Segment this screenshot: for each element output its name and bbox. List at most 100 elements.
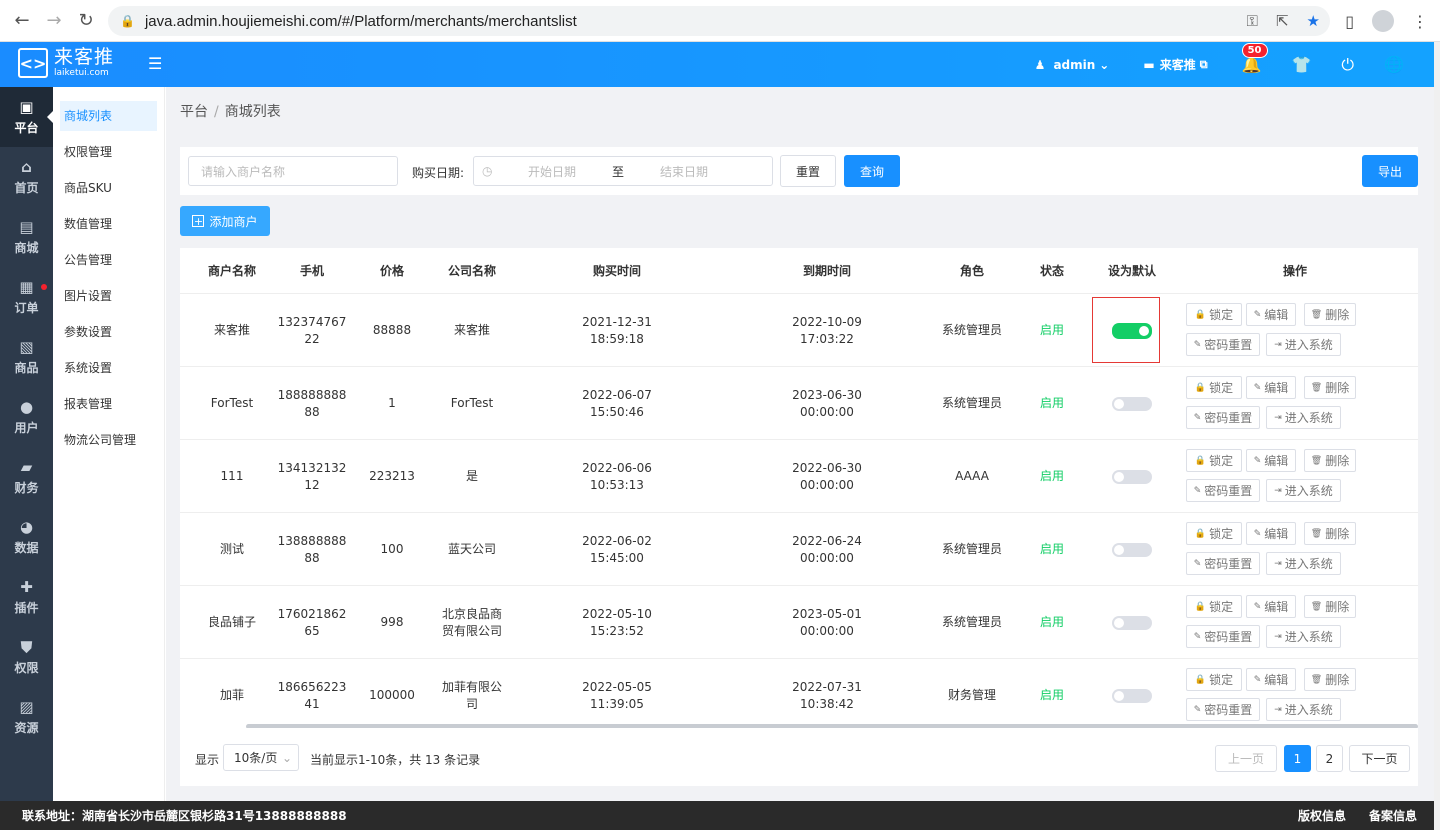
sidebar-item-0[interactable]: ▣ 平台: [0, 87, 53, 147]
lock-button[interactable]: 🔒 锁定: [1186, 595, 1242, 618]
submenu-item-1[interactable]: 权限管理: [53, 137, 164, 173]
next-page-button[interactable]: 下一页: [1349, 745, 1410, 772]
store-link[interactable]: ▬ 来客推 ⧉: [1143, 56, 1207, 73]
key-icon[interactable]: ⚿: [1247, 12, 1258, 30]
breadcrumb-separator: /: [214, 104, 219, 120]
page-size-select[interactable]: 10条/页 ⌄: [223, 744, 299, 771]
edit-button[interactable]: ✎ 编辑: [1246, 376, 1296, 399]
reset-button[interactable]: 重置: [780, 155, 836, 187]
enter-system-button[interactable]: ⇥ 进入系统: [1266, 406, 1341, 429]
default-toggle[interactable]: [1112, 688, 1152, 703]
delete-button[interactable]: 🗑 删除: [1304, 668, 1356, 691]
sidebar-item-2[interactable]: ▤ 商城: [0, 207, 53, 267]
lock-button[interactable]: 🔒 锁定: [1186, 668, 1242, 691]
share-icon[interactable]: ⇱: [1276, 12, 1289, 30]
query-button[interactable]: 查询: [844, 155, 900, 187]
enter-system-button[interactable]: ⇥ 进入系统: [1266, 552, 1341, 575]
sidebar-item-4[interactable]: ▧ 商品: [0, 327, 53, 387]
submenu-item-4[interactable]: 公告管理: [53, 245, 164, 281]
sidebar-item-1[interactable]: ⌂ 首页: [0, 147, 53, 207]
sidebar-item-8[interactable]: ✚ 插件: [0, 567, 53, 627]
reset-password-button[interactable]: ✎ 密码重置: [1186, 625, 1260, 648]
company-text: 蓝天公司: [447, 542, 496, 556]
submenu-item-3[interactable]: 数值管理: [53, 209, 164, 245]
enter-system-button[interactable]: ⇥ 进入系统: [1266, 333, 1341, 356]
sidebar-item-9[interactable]: ⛊ 权限: [0, 627, 53, 687]
sidepanel-icon[interactable]: ▯: [1345, 12, 1354, 31]
default-toggle[interactable]: [1112, 469, 1152, 484]
lock-icon: 🔒: [120, 14, 135, 28]
buy-time: 2022-06-06 10:53:13: [582, 460, 652, 492]
submenu-item-7[interactable]: 系统设置: [53, 353, 164, 389]
edit-button[interactable]: ✎ 编辑: [1246, 668, 1296, 691]
default-toggle[interactable]: [1112, 542, 1152, 557]
star-icon[interactable]: ★: [1307, 12, 1320, 30]
edit-button[interactable]: ✎ 编辑: [1246, 595, 1296, 618]
edit-button[interactable]: ✎ 编辑: [1246, 522, 1296, 545]
lock-button[interactable]: 🔒 锁定: [1186, 522, 1242, 545]
reset-password-button[interactable]: ✎ 密码重置: [1186, 552, 1260, 575]
page-2-button[interactable]: 2: [1316, 745, 1343, 772]
edit-button[interactable]: ✎ 编辑: [1246, 303, 1296, 326]
submenu-item-2[interactable]: 商品SKU: [53, 173, 164, 209]
prev-page-button[interactable]: 上一页: [1215, 745, 1277, 772]
price: 1: [388, 396, 396, 410]
sidebar-item-label: 插件: [14, 601, 39, 615]
submenu-item-9[interactable]: 物流公司管理: [53, 425, 164, 461]
add-merchant-button[interactable]: + 添加商户: [180, 206, 270, 236]
delete-button[interactable]: 🗑 删除: [1304, 595, 1356, 618]
submenu-item-0[interactable]: 商城列表: [60, 101, 157, 131]
menu-icon[interactable]: ⋮: [1412, 12, 1428, 31]
submenu-item-8[interactable]: 报表管理: [53, 389, 164, 425]
sidebar-item-7[interactable]: ◕ 数据: [0, 507, 53, 567]
delete-button[interactable]: 🗑 删除: [1304, 376, 1356, 399]
price: 998: [380, 615, 404, 629]
delete-button[interactable]: 🗑 删除: [1304, 303, 1356, 326]
page-1-button[interactable]: 1: [1284, 745, 1311, 772]
default-toggle[interactable]: [1112, 396, 1152, 411]
user-menu[interactable]: ♟ admin ⌄: [1035, 58, 1110, 72]
date-range-picker[interactable]: ◷ 开始日期 至 结束日期: [473, 156, 773, 186]
delete-button[interactable]: 🗑 删除: [1304, 449, 1356, 472]
shirt-icon[interactable]: 👕: [1292, 55, 1312, 74]
power-icon[interactable]: ⏻: [1341, 55, 1354, 75]
delete-button[interactable]: 🗑 删除: [1304, 522, 1356, 545]
lock-button[interactable]: 🔒 锁定: [1186, 449, 1242, 472]
globe-icon[interactable]: 🌐: [1384, 55, 1404, 74]
edit-button[interactable]: ✎ 编辑: [1246, 449, 1296, 472]
sidebar-item-5[interactable]: ● 用户: [0, 387, 53, 447]
page-scrollbar[interactable]: [1434, 42, 1440, 830]
merchant-name-input[interactable]: 请输入商户名称: [188, 156, 398, 186]
hamburger-icon[interactable]: ☰: [148, 54, 162, 73]
reset-password-button[interactable]: ✎ 密码重置: [1186, 479, 1260, 502]
lock-button[interactable]: 🔒 锁定: [1186, 376, 1242, 399]
reload-icon[interactable]: ↻: [72, 10, 100, 31]
merchant-name: 来客推: [213, 323, 250, 337]
sidebar-item-3[interactable]: ▦ 订单: [0, 267, 53, 327]
submenu-item-6[interactable]: 参数设置: [53, 317, 164, 353]
reset-password-button[interactable]: ✎ 密码重置: [1186, 698, 1260, 721]
footer-address: 联系地址：湖南省长沙市岳麓区银杉路31号13888888888: [22, 809, 347, 823]
back-icon[interactable]: ←: [8, 10, 36, 31]
enter-system-button[interactable]: ⇥ 进入系统: [1266, 625, 1341, 648]
pager-summary: 当前显示1-10条，共 13 条记录: [310, 753, 481, 767]
sidebar-item-6[interactable]: ▰ 财务: [0, 447, 53, 507]
copyright-link[interactable]: 版权信息: [1298, 807, 1346, 824]
submenu-item-5[interactable]: 图片设置: [53, 281, 164, 317]
default-toggle[interactable]: [1112, 615, 1152, 630]
reset-password-button[interactable]: ✎ 密码重置: [1186, 333, 1260, 356]
export-button[interactable]: 导出: [1362, 155, 1418, 187]
table-row: 加菲 186656223 41 100000 加菲有限公司 2022-05-05 11:3…: [180, 659, 1418, 728]
bell-icon[interactable]: 🔔 50: [1241, 43, 1268, 74]
enter-system-button[interactable]: ⇥ 进入系统: [1266, 479, 1341, 502]
address-bar[interactable]: 🔒 java.admin.houjiemeishi.com/#/Platform…: [108, 6, 1330, 36]
breadcrumb-root[interactable]: 平台: [180, 104, 208, 120]
sidebar-item-10[interactable]: ▨ 资源: [0, 687, 53, 747]
sidebar-item-label: 首页: [14, 181, 39, 195]
lock-button[interactable]: 🔒 锁定: [1186, 303, 1242, 326]
forward-icon[interactable]: →: [40, 10, 68, 31]
record-link[interactable]: 备案信息: [1369, 807, 1417, 824]
enter-system-button[interactable]: ⇥ 进入系统: [1266, 698, 1341, 721]
reset-password-button[interactable]: ✎ 密码重置: [1186, 406, 1260, 429]
profile-icon[interactable]: [1372, 10, 1394, 32]
